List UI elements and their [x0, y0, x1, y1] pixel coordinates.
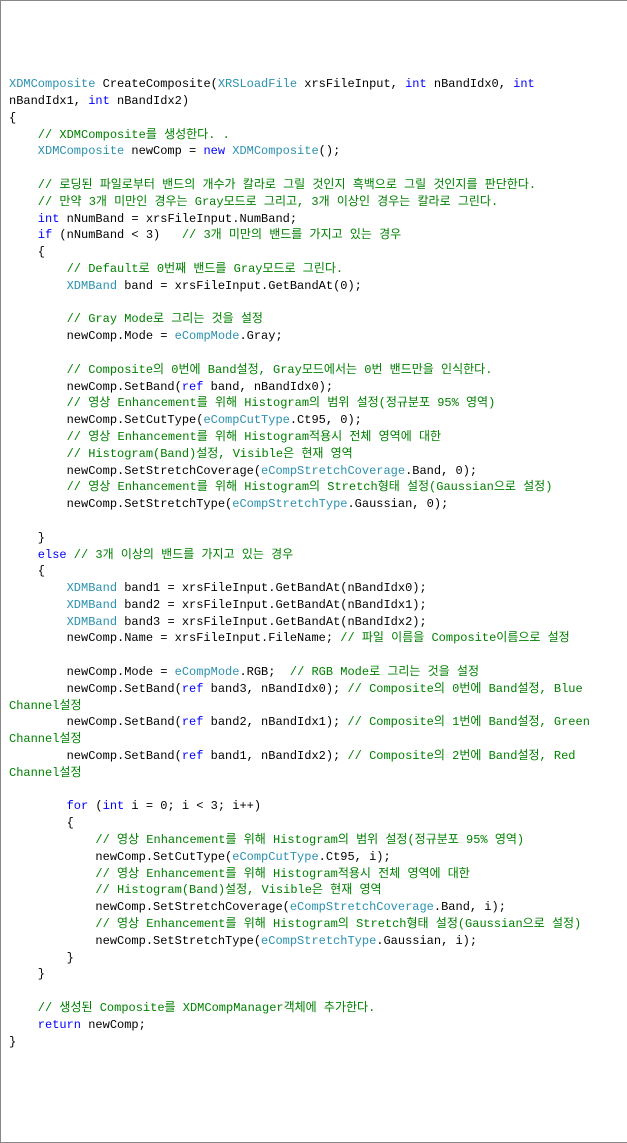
code-line: { [9, 110, 620, 127]
code-line: return newComp; [9, 1017, 620, 1034]
code-line: } [9, 966, 620, 983]
code-line: // Histogram(Band)설정, Visible은 현재 영역 [9, 882, 620, 899]
code-line: // Composite의 0번에 Band설정, Gray모드에서는 0번 밴… [9, 362, 620, 379]
code-line: newComp.SetBand(ref band3, nBandIdx0); /… [9, 681, 620, 698]
code-line: // 영상 Enhancement를 위해 Histogram의 Stretch… [9, 479, 620, 496]
code-line: // Default로 0번째 밴드를 Gray모드로 그린다. [9, 261, 620, 278]
code-line: } [9, 950, 620, 967]
code-line: newComp.Name = xrsFileInput.FileName; //… [9, 630, 620, 647]
code-line: if (nNumBand < 3) // 3개 미만의 밴드를 가지고 있는 경… [9, 227, 620, 244]
code-line: newComp.Mode = eCompMode.RGB; // RGB Mod… [9, 664, 620, 681]
code-line: { [9, 563, 620, 580]
code-line [9, 345, 620, 362]
code-line: // Gray Mode로 그리는 것을 설정 [9, 311, 620, 328]
code-line: Channel설정 [9, 731, 620, 748]
code-line: nBandIdx1, int nBandIdx2) [9, 93, 620, 110]
code-line [9, 983, 620, 1000]
code-line: XDMComposite CreateComposite(XRSLoadFile… [9, 76, 620, 93]
code-line: { [9, 244, 620, 261]
code-line: XDMBand band = xrsFileInput.GetBandAt(0)… [9, 278, 620, 295]
code-line: else // 3개 이상의 밴드를 가지고 있는 경우 [9, 547, 620, 564]
code-line: int nNumBand = xrsFileInput.NumBand; [9, 211, 620, 228]
code-line: XDMBand band2 = xrsFileInput.GetBandAt(n… [9, 597, 620, 614]
code-line: newComp.SetBand(ref band1, nBandIdx2); /… [9, 748, 620, 765]
code-line: newComp.Mode = eCompMode.Gray; [9, 328, 620, 345]
code-line: // 영상 Enhancement를 위해 Histogram적용시 전체 영역… [9, 429, 620, 446]
code-line: XDMComposite newComp = new XDMComposite(… [9, 143, 620, 160]
code-block: XDMComposite CreateComposite(XRSLoadFile… [9, 76, 620, 1050]
code-line: // 영상 Enhancement를 위해 Histogram의 Stretch… [9, 916, 620, 933]
code-line: XDMBand band3 = xrsFileInput.GetBandAt(n… [9, 614, 620, 631]
code-line: Channel설정 [9, 698, 620, 715]
code-line: newComp.SetStretchType(eCompStretchType.… [9, 933, 620, 950]
code-line: newComp.SetStretchType(eCompStretchType.… [9, 496, 620, 513]
code-line: // XDMComposite를 생성한다. . [9, 127, 620, 144]
code-line [9, 782, 620, 799]
code-line: newComp.SetBand(ref band, nBandIdx0); [9, 379, 620, 396]
code-line: Channel설정 [9, 765, 620, 782]
code-line: newComp.SetCutType(eCompCutType.Ct95, 0)… [9, 412, 620, 429]
code-line [9, 647, 620, 664]
code-line: // 영상 Enhancement를 위해 Histogram의 범위 설정(정… [9, 832, 620, 849]
code-line: } [9, 530, 620, 547]
code-line: // 로딩된 파일로부터 밴드의 개수가 칼라로 그릴 것인지 흑백으로 그릴 … [9, 177, 620, 194]
code-line: for (int i = 0; i < 3; i++) [9, 798, 620, 815]
code-line: { [9, 815, 620, 832]
code-line: // 영상 Enhancement를 위해 Histogram의 범위 설정(정… [9, 395, 620, 412]
code-line: newComp.SetStretchCoverage(eCompStretchC… [9, 463, 620, 480]
code-line [9, 160, 620, 177]
code-line: // 영상 Enhancement를 위해 Histogram적용시 전체 영역… [9, 866, 620, 883]
code-line: XDMBand band1 = xrsFileInput.GetBandAt(n… [9, 580, 620, 597]
code-line: // 만약 3개 미만인 경우는 Gray모드로 그리고, 3개 이상인 경우는… [9, 194, 620, 211]
code-line: newComp.SetStretchCoverage(eCompStretchC… [9, 899, 620, 916]
code-line [9, 513, 620, 530]
code-line: newComp.SetBand(ref band2, nBandIdx1); /… [9, 714, 620, 731]
code-line [9, 295, 620, 312]
code-line: // Histogram(Band)설정, Visible은 현재 영역 [9, 446, 620, 463]
code-line: } [9, 1034, 620, 1051]
code-line: newComp.SetCutType(eCompCutType.Ct95, i)… [9, 849, 620, 866]
code-line: // 생성된 Composite를 XDMCompManager객체에 추가한다… [9, 1000, 620, 1017]
